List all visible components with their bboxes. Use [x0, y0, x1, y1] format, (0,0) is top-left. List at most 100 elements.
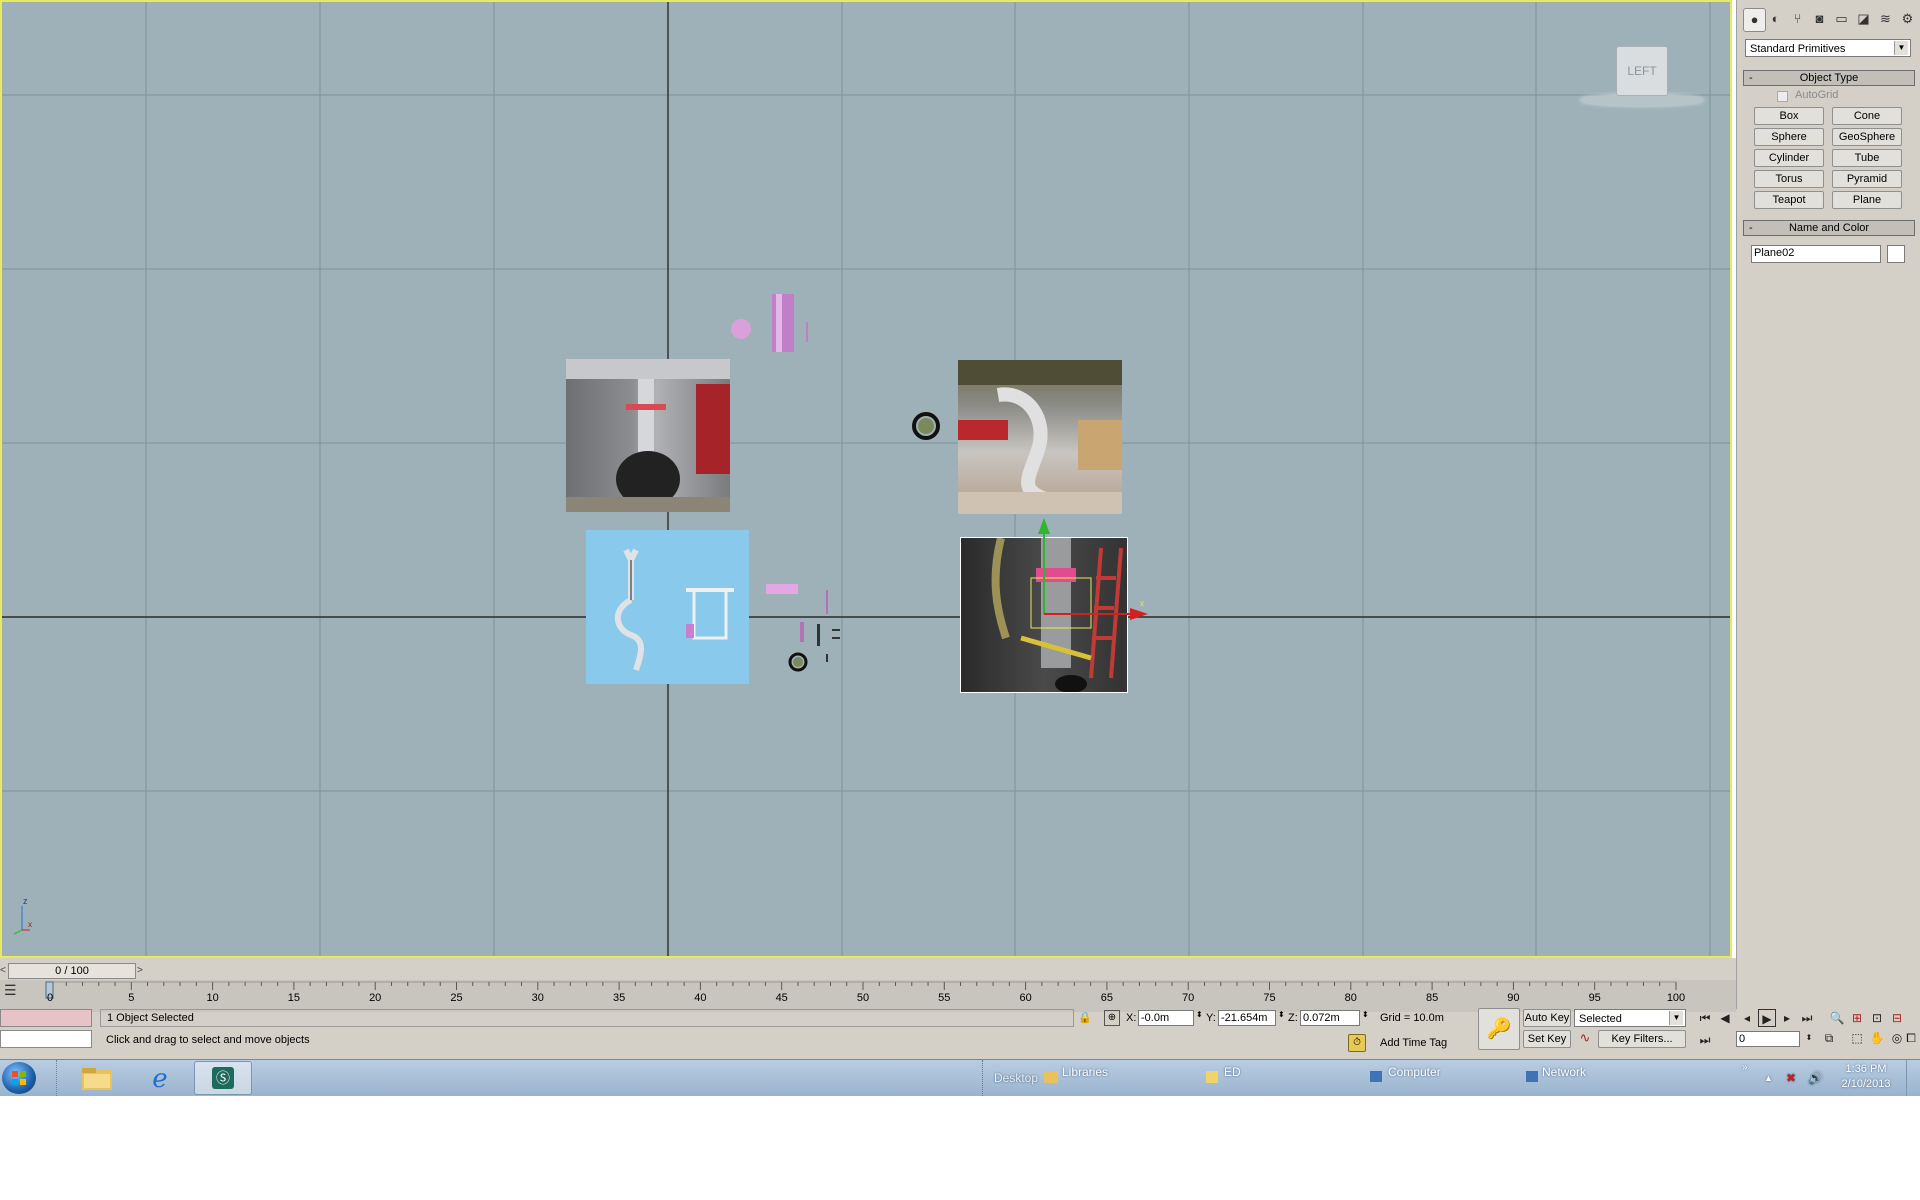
create-icon[interactable]: ● [1743, 8, 1766, 32]
internet-explorer-icon[interactable]: ℯ [142, 1064, 178, 1092]
zoom-icon[interactable]: 🔍 [1828, 1009, 1846, 1027]
z-spinner-icon[interactable]: ⬍ [1362, 1010, 1369, 1019]
next-frame-icon[interactable]: ▸ [1778, 1009, 1796, 1027]
primitive-objects-bottom[interactable] [762, 572, 862, 672]
play-icon[interactable]: ▶ [1758, 1009, 1776, 1027]
previous-frame-icon[interactable]: ◀ [1716, 1009, 1734, 1027]
auto-key-button[interactable]: Auto Key [1523, 1009, 1571, 1027]
taskbar-computer[interactable]: Computer [1388, 1054, 1441, 1090]
tube-button[interactable]: Tube [1832, 149, 1902, 167]
viewcube-left-face[interactable]: LEFT [1616, 46, 1668, 96]
go-to-end-icon[interactable]: ⏭ [1798, 1009, 1816, 1027]
go-to-start-icon[interactable]: ⏮ [1696, 1009, 1714, 1027]
system-clock[interactable]: 1:36 PM 2/10/2013 [1830, 1062, 1902, 1092]
reference-plane-front-gear[interactable] [566, 359, 730, 512]
time-slider-prev-arrow[interactable]: < [0, 963, 8, 979]
display-icon[interactable]: ▭ [1831, 8, 1852, 30]
taskbar-ed-folder[interactable]: ED [1224, 1054, 1241, 1090]
time-slider-next-arrow[interactable]: > [137, 963, 147, 979]
frame-spinner-icon[interactable]: ⬍ [1800, 1029, 1818, 1047]
y-spinner-icon[interactable]: ⬍ [1278, 1010, 1285, 1019]
taskbar-network[interactable]: Network [1542, 1054, 1586, 1090]
clock-date: 2/10/2013 [1841, 1078, 1891, 1090]
3dsmax-taskbar-button[interactable]: Ⓢ [194, 1061, 252, 1095]
chevron-down-icon[interactable]: ▼ [1669, 1011, 1683, 1025]
pan-icon[interactable]: ✋ [1868, 1029, 1886, 1047]
selection-status: 1 Object Selected [107, 1012, 194, 1024]
toolbar-grip [982, 1060, 985, 1096]
object-name-input[interactable]: Plane02 [1751, 245, 1881, 263]
track-bar[interactable]: ☰ 0 5 10 15 20 25 30 35 40 45 50 55 60 65 70 75 80 85 90 95… [0, 980, 1736, 1012]
set-key-button[interactable]: Set Key [1523, 1030, 1571, 1048]
time-config-icon[interactable]: ⧉ [1820, 1029, 1838, 1047]
geosphere-button[interactable]: GeoSphere [1832, 128, 1902, 146]
key-filters-button[interactable]: Key Filters... [1598, 1030, 1686, 1048]
reference-plane-gear-bay[interactable] [958, 360, 1122, 514]
time-slider[interactable]: 0 / 100 [8, 963, 136, 979]
axis-x-label: x [28, 920, 32, 929]
plane-button[interactable]: Plane [1832, 191, 1902, 209]
y-coord-label: Y: [1206, 1012, 1216, 1024]
key-mode-value: Selected [1579, 1013, 1622, 1025]
absolute-transform-icon[interactable]: ⊕ [1104, 1010, 1120, 1026]
teapot-button[interactable]: Teapot [1754, 191, 1824, 209]
utilities-icon[interactable]: ◪ [1853, 8, 1874, 30]
primitive-category-dropdown[interactable]: Standard Primitives ▼ [1745, 39, 1911, 57]
taskbar-desktop-toolbar[interactable]: Desktop [994, 1060, 1038, 1096]
ruler-tick-label: 5 [128, 992, 135, 1004]
svg-text:x: x [1140, 599, 1144, 608]
previous-frame-icon[interactable]: ◂ [1738, 1009, 1756, 1027]
lock-icon[interactable]: 🔒 [1078, 1011, 1092, 1025]
toolbar-chevron-icon[interactable]: » [1742, 1050, 1748, 1086]
field-of-view-icon[interactable]: ⬚ [1848, 1029, 1866, 1047]
show-hidden-icons-icon[interactable]: ▲ [1764, 1060, 1773, 1096]
move-gizmo[interactable]: x [1032, 514, 1152, 634]
show-desktop-button[interactable] [1906, 1060, 1920, 1096]
hierarchy-icon[interactable]: ⑂ [1787, 8, 1808, 30]
zoom-extents-all-icon[interactable]: ⊟ [1888, 1009, 1906, 1027]
current-frame-input[interactable]: 0 [1736, 1031, 1800, 1047]
modify-icon[interactable]: ◐ [1765, 8, 1786, 30]
zoom-extents-icon[interactable]: ⊡ [1868, 1009, 1886, 1027]
cone-button[interactable]: Cone [1832, 107, 1902, 125]
viewport-left[interactable]: LEFT x z x [0, 0, 1732, 958]
maximize-viewport-icon[interactable]: ⧠ [1902, 1029, 1920, 1047]
sphere-button[interactable]: Sphere [1754, 128, 1824, 146]
set-key-icon[interactable]: 🔑 [1478, 1008, 1520, 1050]
chevron-down-icon[interactable]: ▼ [1894, 41, 1908, 55]
z-coord-input[interactable]: 0.072m [1300, 1010, 1360, 1026]
file-explorer-icon[interactable] [80, 1064, 116, 1092]
object-type-rollout-header[interactable]: - Object Type [1743, 70, 1915, 86]
start-button[interactable] [2, 1062, 36, 1094]
key-mode-dropdown[interactable]: Selected ▼ [1574, 1009, 1686, 1027]
add-time-tag[interactable]: Add Time Tag [1380, 1037, 1447, 1049]
maxscript-listener-white[interactable] [0, 1030, 92, 1048]
key-mode-toggle-icon[interactable]: ⏭ [1696, 1031, 1714, 1049]
torus-object[interactable] [906, 410, 946, 450]
x-coord-label: X: [1126, 1012, 1137, 1024]
primitive-objects-top[interactable] [722, 284, 832, 374]
x-coord-input[interactable]: -0.0m [1138, 1010, 1194, 1026]
zoom-all-icon[interactable]: ⊞ [1848, 1009, 1866, 1027]
box-button[interactable]: Box [1754, 107, 1824, 125]
z-coord-label: Z: [1288, 1012, 1298, 1024]
spacewarps-icon[interactable]: ≋ [1875, 8, 1896, 30]
autogrid-checkbox[interactable] [1777, 91, 1788, 102]
primitive-category-value: Standard Primitives [1750, 43, 1846, 55]
maxscript-listener-pink[interactable] [0, 1009, 92, 1027]
pyramid-button[interactable]: Pyramid [1832, 170, 1902, 188]
torus-button[interactable]: Torus [1754, 170, 1824, 188]
time-tag-icon[interactable]: ⏱ [1348, 1034, 1366, 1052]
systems-icon[interactable]: ⚙ [1897, 8, 1918, 30]
y-coord-input[interactable]: -21.654m [1218, 1010, 1276, 1026]
object-color-swatch[interactable] [1887, 245, 1905, 263]
cylinder-button[interactable]: Cylinder [1754, 149, 1824, 167]
key-curve-icon[interactable]: ∿ [1576, 1030, 1594, 1048]
network-warning-icon[interactable]: ✖ [1786, 1060, 1796, 1096]
x-spinner-icon[interactable]: ⬍ [1196, 1010, 1203, 1019]
taskbar-libraries[interactable]: Libraries [1062, 1054, 1108, 1090]
motion-icon[interactable]: ◙ [1809, 8, 1830, 30]
volume-icon[interactable]: 🔊 [1808, 1060, 1823, 1096]
name-and-color-rollout-header[interactable]: - Name and Color [1743, 220, 1915, 236]
reference-plane-gear-diagram[interactable] [586, 530, 749, 684]
